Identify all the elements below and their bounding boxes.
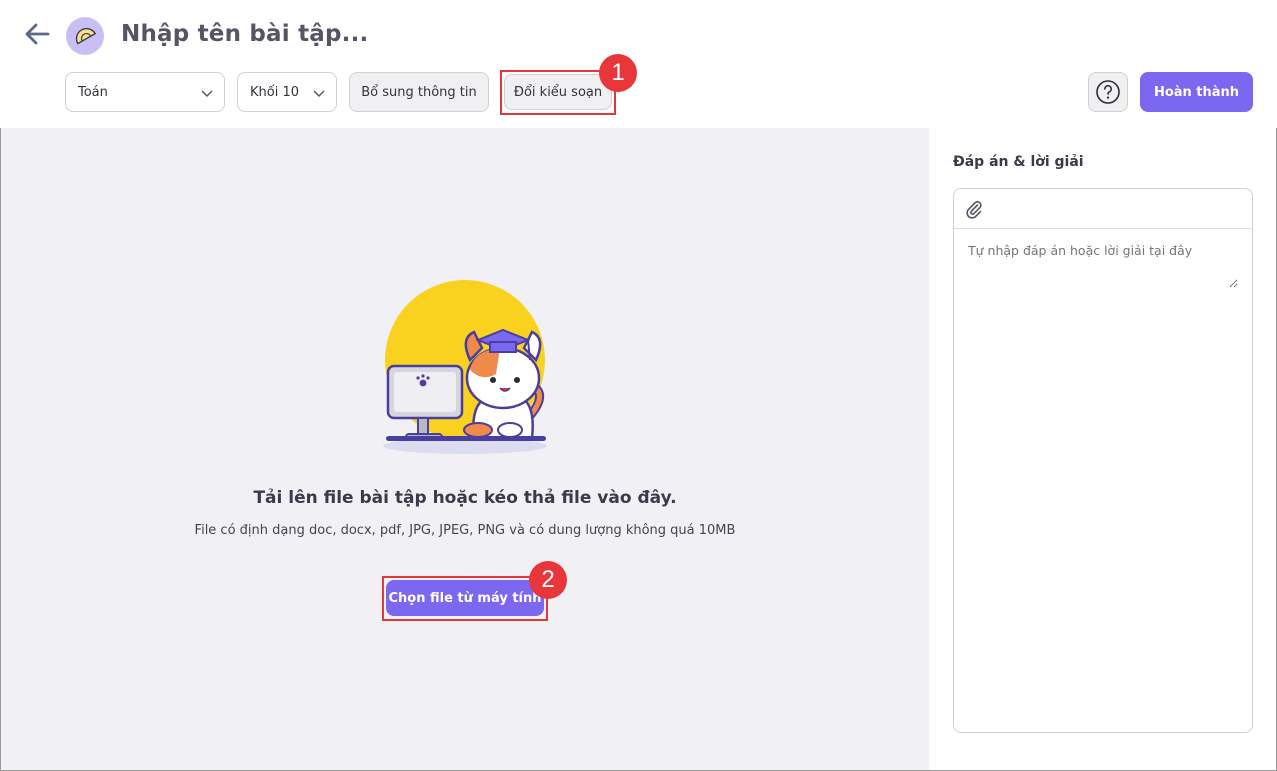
upload-subtitle: File có định dạng doc, docx, pdf, JPG, J… xyxy=(194,523,736,538)
header: Nhập tên bài tập... Toán Khối 10 Bổ sung… xyxy=(0,0,1277,128)
arrow-left-icon xyxy=(25,23,50,45)
back-button[interactable] xyxy=(22,20,52,50)
paperclip-icon[interactable] xyxy=(964,199,984,219)
finish-button[interactable]: Hoàn thành xyxy=(1140,72,1253,112)
answer-toolbar xyxy=(954,189,1252,229)
answer-editor[interactable] xyxy=(953,188,1253,733)
exercise-logo xyxy=(66,17,104,55)
upload-title: Tải lên file bài tập hoặc kéo thả file v… xyxy=(253,488,677,508)
subject-select[interactable]: Toán xyxy=(65,72,225,112)
chevron-down-icon xyxy=(201,90,213,97)
highlight-box-2 xyxy=(382,576,548,621)
answer-input[interactable] xyxy=(968,243,1238,288)
grade-select-value: Khối 10 xyxy=(250,84,300,100)
step-badge-2: 2 xyxy=(529,561,567,599)
step-badge-1: 1 xyxy=(599,54,637,92)
help-button[interactable] xyxy=(1088,72,1128,112)
protractor-icon xyxy=(75,27,97,45)
question-circle-icon xyxy=(1096,80,1120,104)
grade-select[interactable]: Khối 10 xyxy=(237,72,337,112)
add-info-button[interactable]: Bổ sung thông tin xyxy=(349,72,489,112)
answer-panel-label: Đáp án & lời giải xyxy=(953,154,1084,170)
exercise-title[interactable]: Nhập tên bài tập... xyxy=(121,21,368,47)
subject-select-value: Toán xyxy=(78,84,108,100)
cat-at-computer-illustration xyxy=(383,280,547,454)
chevron-down-icon xyxy=(313,90,325,97)
